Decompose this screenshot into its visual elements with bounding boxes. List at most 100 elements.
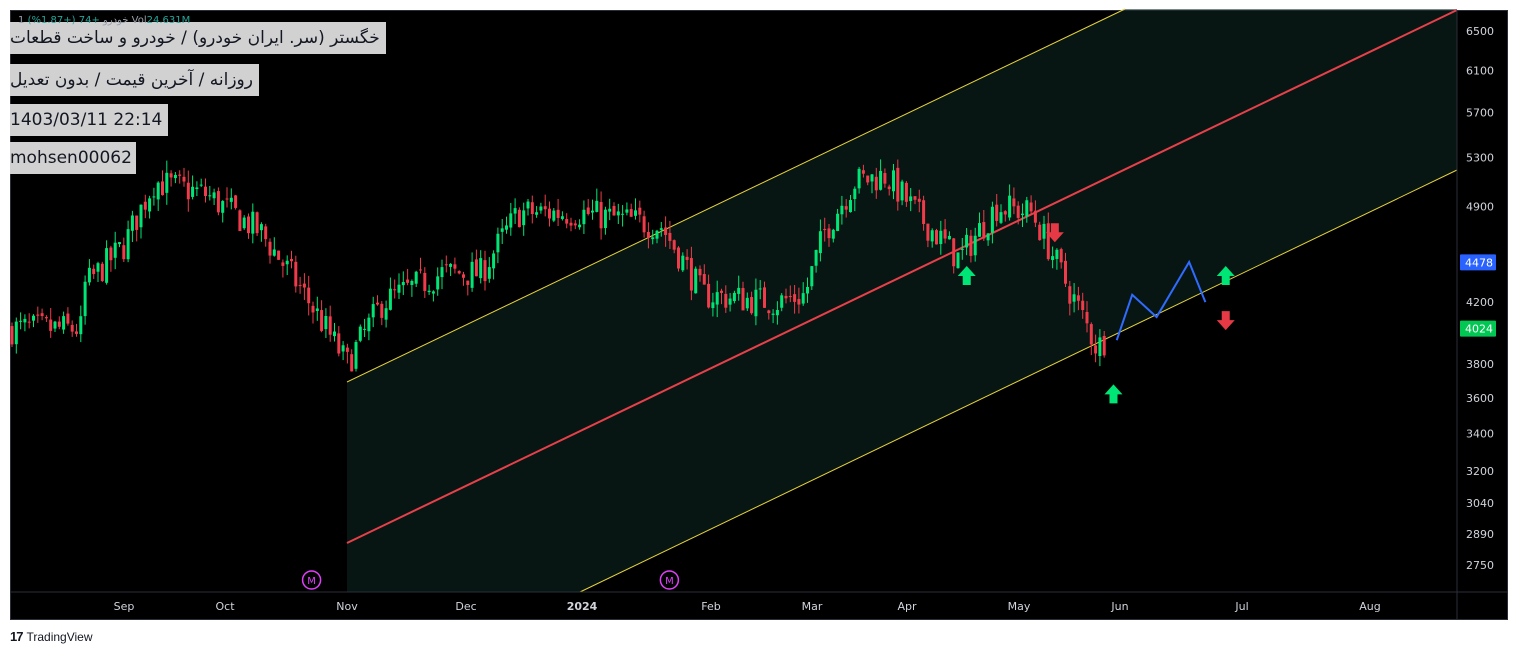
candle-body — [414, 271, 418, 284]
candle-body — [1038, 224, 1042, 241]
candle-body — [603, 209, 607, 229]
candle-body — [367, 317, 371, 332]
candle-body — [259, 224, 263, 231]
y-tick-label: 2750 — [1466, 559, 1494, 572]
candle-body — [535, 212, 539, 215]
candle-body — [492, 253, 496, 269]
candle-body — [225, 198, 229, 200]
candle-body — [315, 308, 319, 312]
event-marker-label-1: M — [665, 576, 674, 587]
candle-body — [509, 213, 513, 228]
candle-body — [651, 237, 655, 240]
candle-body — [431, 291, 435, 294]
candle-body — [419, 269, 422, 271]
channel-fill — [347, 9, 1457, 592]
candle-body — [844, 206, 848, 210]
candle-body — [148, 198, 152, 212]
y-tick-label: 6500 — [1466, 25, 1494, 38]
candle-body — [36, 314, 40, 316]
candle-body — [474, 259, 478, 277]
candle-body — [487, 267, 491, 279]
price-chart[interactable]: M M 6500 6100 5700 5300 4900 4200 3800 3600 3400 32… — [0, 0, 1520, 656]
arrow-up-2 — [1104, 384, 1123, 404]
candle-body — [616, 211, 620, 216]
candle-body — [251, 211, 255, 234]
candle-body — [234, 195, 238, 208]
candle-body — [840, 205, 844, 215]
tradingview-brand[interactable]: 17 TradingView — [10, 629, 93, 644]
candle-body — [337, 333, 341, 354]
candle-body — [264, 226, 268, 240]
candle-body — [100, 263, 104, 282]
legend-line: 1 خودرو +74 (+1.87%) Vol24.631M — [18, 15, 190, 26]
candle-body — [49, 319, 53, 331]
candle-body — [1064, 260, 1067, 284]
candle-body — [320, 310, 324, 331]
y-tick-label: 3040 — [1466, 497, 1494, 510]
legend-interval: 1 — [18, 15, 25, 26]
candle-body — [208, 195, 212, 197]
y-tick-label: 2890 — [1466, 528, 1494, 541]
candle-body — [311, 305, 315, 313]
candle-body — [83, 281, 87, 317]
candle-body — [810, 266, 814, 287]
candle-body — [883, 173, 887, 184]
candle-body — [272, 249, 276, 256]
candle-body — [53, 321, 57, 329]
candle-body — [307, 287, 311, 304]
candle-body — [625, 209, 629, 213]
candle-body — [440, 267, 444, 278]
candle-body — [109, 247, 113, 261]
candle-body — [14, 321, 18, 345]
candle-body — [255, 212, 259, 234]
candle-body — [204, 186, 207, 196]
candle-body — [866, 175, 870, 183]
candle-body — [771, 313, 775, 315]
candle-body — [900, 181, 904, 201]
candle-body — [32, 315, 35, 321]
candle-body — [113, 242, 117, 258]
candle-body — [999, 212, 1003, 223]
x-tick-label: Apr — [897, 600, 917, 613]
candle-body — [806, 286, 809, 294]
candle-body — [139, 204, 143, 228]
candle-body — [247, 216, 250, 234]
candle-body — [715, 292, 719, 305]
candle-body — [44, 317, 48, 319]
candle-body — [242, 217, 246, 229]
candle-body — [178, 174, 182, 176]
candle-body — [423, 272, 427, 291]
candle-body — [909, 196, 913, 201]
candle-body — [677, 247, 680, 269]
tradingview-logo-icon: 17 — [10, 629, 24, 644]
x-tick-label: 2024 — [567, 600, 598, 613]
candle-body — [548, 208, 551, 219]
candle-body — [195, 187, 199, 190]
candle-body — [449, 263, 453, 267]
candle-body — [1094, 345, 1098, 354]
candle-body — [191, 186, 195, 197]
candle-body — [685, 256, 689, 260]
candle-body — [784, 295, 788, 299]
candle-body — [363, 328, 367, 330]
y-tick-label: 4200 — [1466, 296, 1494, 309]
candle-body — [505, 225, 508, 230]
candle-body — [978, 223, 981, 237]
candle-body — [672, 240, 676, 250]
candle-body — [1033, 210, 1037, 223]
candle-body — [169, 173, 173, 178]
event-marker-label-0: M — [307, 576, 316, 587]
candle-body — [294, 261, 298, 287]
candle-body — [517, 209, 521, 228]
x-tick-label: Dec — [455, 600, 476, 613]
y-tick-label: 3800 — [1466, 358, 1494, 371]
candle-body — [960, 248, 964, 250]
legend-change: +74 (+1.87%) — [27, 15, 100, 26]
candle-body — [354, 342, 358, 369]
candle-body — [27, 321, 31, 323]
candle-body — [801, 293, 805, 304]
candle-body — [599, 202, 603, 229]
candle-body — [586, 207, 590, 215]
candle-body — [384, 308, 388, 320]
candle-body — [646, 231, 650, 238]
